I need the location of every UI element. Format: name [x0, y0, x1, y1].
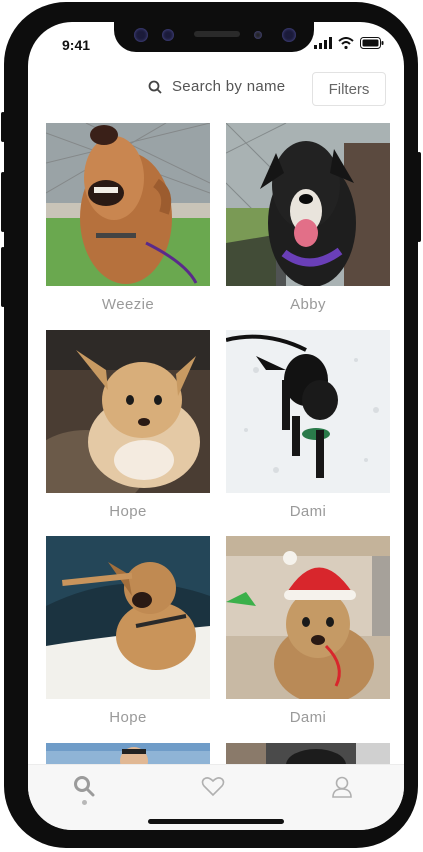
dog-name: Dami: [289, 709, 327, 726]
home-indicator[interactable]: [148, 819, 284, 824]
dog-card[interactable]: Hope: [46, 330, 210, 520]
profile-icon: [332, 776, 352, 798]
dog-photo[interactable]: [226, 330, 390, 493]
dog-photo[interactable]: [226, 536, 390, 699]
notch: [114, 22, 314, 52]
dog-photo-abby: [226, 123, 390, 286]
volume-down-button: [1, 247, 5, 307]
dog-card[interactable]: Weezie: [46, 123, 210, 313]
search-field[interactable]: Search by name: [148, 78, 285, 95]
tab-search[interactable]: [64, 775, 104, 815]
dog-photo-dami-1: [226, 330, 390, 493]
dog-card[interactable]: Abby: [226, 123, 390, 313]
front-camera-icon: [134, 28, 148, 42]
tab-profile[interactable]: [322, 775, 362, 815]
screen: 9:41 Search by name Filters Weezie Abby …: [28, 22, 404, 830]
phone-frame: 9:41 Search by name Filters Weezie Abby …: [1, 2, 421, 848]
active-tab-indicator: [81, 800, 87, 805]
dog-photo-dami-2: [226, 536, 390, 699]
search-icon: [74, 776, 95, 797]
dog-name: Weezie: [101, 296, 155, 313]
dog-photo[interactable]: [226, 123, 390, 286]
status-time: 9:41: [62, 37, 91, 53]
dog-photo[interactable]: [46, 123, 210, 286]
dog-photo-hope-2: [46, 536, 210, 699]
signal-icon: [314, 37, 332, 49]
face-id-camera-icon: [282, 28, 296, 42]
search-icon: [148, 80, 162, 94]
dog-photo-weezie: [46, 123, 210, 286]
dog-photo[interactable]: [46, 536, 210, 699]
dog-name: Abby: [290, 296, 326, 313]
wifi-icon: [338, 37, 354, 49]
dog-card[interactable]: Dami: [226, 330, 390, 520]
filters-button[interactable]: Filters: [312, 72, 386, 106]
dog-name: Dami: [289, 503, 327, 520]
volume-up-button: [1, 172, 5, 232]
dog-photo[interactable]: [46, 330, 210, 493]
dog-card[interactable]: Hope: [46, 536, 210, 726]
speaker-grille: [194, 31, 240, 37]
mute-switch: [1, 112, 5, 142]
tab-favorites[interactable]: [193, 775, 233, 815]
sensor-icon: [162, 29, 174, 41]
dog-name: Hope: [109, 503, 147, 520]
heart-icon: [201, 777, 225, 797]
proximity-sensor-icon: [254, 31, 262, 39]
dog-card[interactable]: Dami: [226, 536, 390, 726]
power-button: [417, 152, 421, 242]
status-icons: [314, 37, 384, 49]
dog-photo-hope-1: [46, 330, 210, 493]
search-placeholder: Search by name: [172, 78, 286, 95]
dog-name: Hope: [109, 709, 147, 726]
battery-icon: [360, 37, 384, 49]
